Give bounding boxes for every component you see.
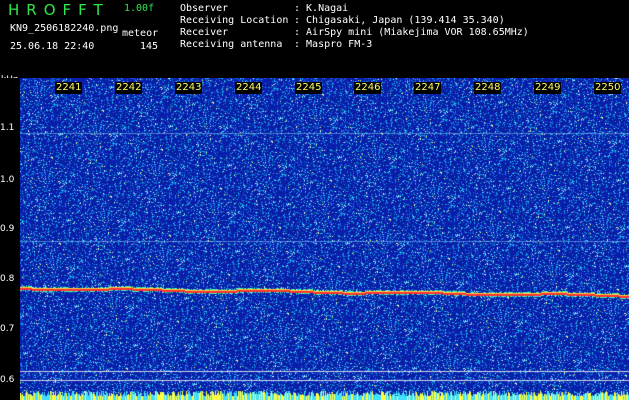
info-value: : AirSpy mini (Miakejima VOR 108.65MHz): [294, 27, 529, 38]
file-name: KN9_2506182240.png: [10, 23, 119, 34]
y-label: 0.8: [0, 274, 15, 284]
y-label: 0.7: [0, 324, 15, 334]
x-label: 2248: [474, 82, 502, 94]
info-location: Receiving Location : Chigasaki, Japan (13…: [180, 15, 505, 27]
info-receiver: Receiver : AirSpy mini (Miakejima VOR 108…: [180, 27, 529, 39]
spectrogram-plot[interactable]: [20, 78, 629, 400]
app-brand: HROFFT: [8, 1, 110, 19]
y-label: 1.1: [0, 123, 15, 133]
x-label: 2244: [235, 82, 263, 94]
info-observer: Observer : K.Nagai: [180, 3, 348, 15]
x-label: 2243: [175, 82, 203, 94]
info-antenna: Receiving antenna : Maspro FM-3: [180, 39, 372, 51]
x-label: 2250: [594, 82, 622, 94]
y-axis: 1.1 1.0 0.9 0.8 0.7 0.6: [0, 78, 20, 400]
y-label: 0.6: [0, 375, 15, 385]
timestamp: 25.06.18 22:40: [10, 41, 95, 52]
header-panel: HROFFT 1.00f KN9_2506182240.png 25.06.18…: [0, 0, 629, 78]
info-value: : K.Nagai: [294, 3, 349, 14]
info-key: Receiver: [180, 27, 229, 38]
x-label: 2247: [414, 82, 442, 94]
meteor-label: meteor: [122, 28, 159, 39]
x-label: 2246: [354, 82, 382, 94]
info-value: : Maspro FM-3: [294, 39, 373, 50]
info-value: : Chigasaki, Japan (139.414 35.340): [294, 15, 505, 26]
info-key: Receiving Location: [180, 15, 289, 26]
meteor-count: 145: [140, 41, 159, 52]
x-label: 2242: [115, 82, 143, 94]
info-key: Receiving antenna: [180, 39, 283, 50]
info-key: Observer: [180, 3, 229, 14]
y-label: 0.9: [0, 224, 15, 234]
x-label: 2241: [55, 82, 83, 94]
y-label: 1.0: [0, 175, 15, 185]
x-label: 2249: [534, 82, 562, 94]
x-label: 2245: [295, 82, 323, 94]
spectrogram-canvas: [20, 78, 629, 400]
app-version: 1.00f: [124, 3, 155, 14]
